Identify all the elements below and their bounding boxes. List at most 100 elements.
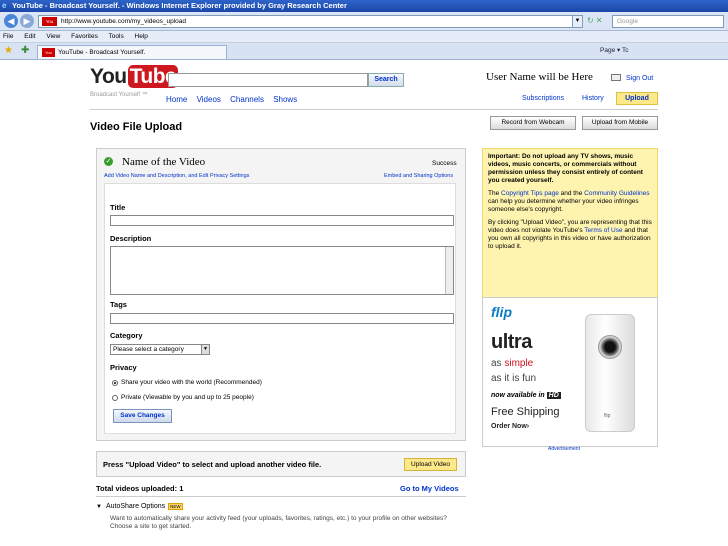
camera-image: flip [585, 314, 635, 432]
save-changes-button[interactable]: Save Changes [113, 409, 172, 423]
autoshare-title: AutoShare Options [105, 503, 166, 510]
privacy-private-radio[interactable] [112, 395, 118, 401]
ad-text: simple [504, 358, 534, 369]
upload-video-button[interactable]: Upload Video [404, 458, 457, 471]
forward-icon[interactable]: ▶ [20, 14, 34, 28]
page-title: Video File Upload [90, 121, 183, 133]
menu-view[interactable]: View [46, 33, 60, 40]
autoshare-description: Want to automatically share your activit… [110, 515, 447, 530]
check-icon: ✓ [104, 157, 113, 166]
description-textarea[interactable] [110, 246, 454, 295]
tagline: Broadcast Yourself ™ [90, 92, 148, 98]
privacy-private-label: Private (Viewable by you and up to 25 pe… [121, 394, 254, 401]
add-info-link[interactable]: Add Video Name and Description, and Edit… [104, 173, 249, 179]
url-input[interactable]: You http://www.youtube.com/my_videos_upl… [38, 15, 583, 28]
tags-label: Tags [110, 300, 127, 309]
flip-logo: flip [491, 304, 512, 320]
privacy-public-label: Share your video with the world (Recomme… [121, 379, 262, 386]
video-name: Name of the Video [122, 156, 206, 168]
window-title: YouTube - Broadcast Yourself. - Windows … [12, 1, 347, 10]
sign-out-link[interactable]: Sign Out [626, 75, 653, 82]
advertisement-label: Advertisement [548, 446, 580, 452]
toolbar-page-menu[interactable]: Page ▾ Tc [600, 46, 628, 54]
notice-text: can help you determine whether your vide… [488, 198, 639, 213]
google-search-input[interactable]: Google [612, 15, 724, 28]
record-webcam-button[interactable]: Record from Webcam [490, 116, 576, 130]
main-nav: Home Videos Channels Shows [166, 95, 304, 104]
nav-videos[interactable]: Videos [197, 95, 221, 104]
copyright-tips-link[interactable]: Copyright Tips page [501, 190, 559, 197]
refresh-stop-icons[interactable]: ↻✕ [587, 16, 604, 25]
menu-help[interactable]: Help [135, 33, 148, 40]
title-input[interactable] [110, 215, 454, 226]
header-divider [90, 109, 658, 110]
history-link[interactable]: History [582, 95, 604, 102]
nav-shows[interactable]: Shows [273, 95, 297, 104]
bottom-divider [96, 496, 466, 497]
embed-options-link[interactable]: Embed and Sharing Options [384, 173, 453, 179]
url-text: http://www.youtube.com/my_videos_upload [61, 18, 187, 25]
page-content: You Tube Broadcast Yourself ™ Search Home… [0, 61, 728, 546]
window-title-bar: e YouTube - Broadcast Yourself. - Window… [0, 0, 728, 12]
ad-tagline-1: as simple [491, 358, 533, 369]
autoshare-toggle[interactable]: ▼ AutoShare Options NEW [96, 503, 183, 510]
url-dropdown-icon[interactable]: ▼ [572, 16, 582, 27]
browser-tab[interactable]: You YouTube - Broadcast Yourself. [37, 45, 227, 59]
notice-text: The [488, 190, 502, 197]
category-label: Category [110, 331, 143, 340]
search-input[interactable] [168, 73, 368, 87]
add-favorites-icon[interactable]: ✚ [21, 45, 29, 56]
youtube-logo[interactable]: You Tube [90, 65, 179, 88]
nav-home[interactable]: Home [166, 95, 187, 104]
ad-product: ultra [491, 331, 532, 353]
ad-hd-text: now available in HD [491, 392, 561, 399]
title-label: Title [110, 203, 126, 212]
menu-edit[interactable]: Edit [24, 33, 35, 40]
menu-bar: File Edit View Favorites Tools Help [0, 31, 728, 43]
upload-tab[interactable]: Upload [616, 92, 658, 105]
tags-input[interactable] [110, 313, 454, 324]
menu-tools[interactable]: Tools [109, 33, 124, 40]
upload-mobile-button[interactable]: Upload from Mobile [582, 116, 658, 130]
go-to-my-videos-link[interactable]: Go to My Videos [400, 484, 459, 493]
menu-file[interactable]: File [3, 33, 13, 40]
privacy-public-radio[interactable] [112, 380, 118, 386]
address-bar: ◀ ▶ You http://www.youtube.com/my_videos… [0, 12, 728, 31]
tab-title: YouTube - Broadcast Yourself. [58, 49, 146, 56]
mail-icon[interactable] [611, 74, 621, 81]
chevron-down-icon: ▼ [201, 345, 209, 354]
notice-text: and the [558, 190, 585, 197]
community-guidelines-link[interactable]: Community Guidelines [584, 190, 649, 197]
ad-order-link[interactable]: Order Now› [491, 423, 529, 430]
tab-bar: ★ ✚ You YouTube - Broadcast Yourself. Pa… [0, 43, 728, 60]
logo-you-text: You [90, 65, 127, 88]
youtube-favicon-icon: You [42, 17, 57, 26]
terms-of-use-link[interactable]: Terms of Use [584, 227, 622, 234]
ad-text: now available in [491, 392, 547, 399]
ad-text: as [491, 358, 505, 369]
ie-icon: e [2, 1, 7, 10]
username: User Name will be Here [486, 71, 593, 83]
back-icon[interactable]: ◀ [4, 14, 18, 28]
upload-another-bar: Press "Upload Video" to select and uploa… [96, 451, 466, 477]
search-button[interactable]: Search [368, 73, 404, 87]
camera-lens-icon [598, 335, 622, 359]
press-upload-text: Press "Upload Video" to select and uploa… [103, 460, 322, 469]
triangle-down-icon: ▼ [96, 504, 102, 510]
ad-text: HD [546, 392, 561, 399]
privacy-label: Privacy [110, 363, 137, 372]
subscriptions-link[interactable]: Subscriptions [522, 95, 564, 102]
description-scrollbar[interactable] [445, 247, 453, 294]
nav-channels[interactable]: Channels [230, 95, 264, 104]
menu-favorites[interactable]: Favorites [71, 33, 98, 40]
total-uploaded: Total videos uploaded: 1 [96, 484, 184, 493]
category-selected: Please select a category [113, 346, 184, 353]
favorites-star-icon[interactable]: ★ [4, 45, 13, 56]
status-text: Success [432, 160, 457, 167]
category-select[interactable]: Please select a category ▼ [110, 344, 210, 355]
description-label: Description [110, 234, 152, 243]
camera-brand: flip [604, 413, 611, 419]
flip-advertisement[interactable]: flip ultra as simple as it is fun now av… [482, 297, 658, 447]
new-badge: NEW [168, 503, 183, 510]
ad-shipping: Free Shipping [491, 406, 560, 418]
